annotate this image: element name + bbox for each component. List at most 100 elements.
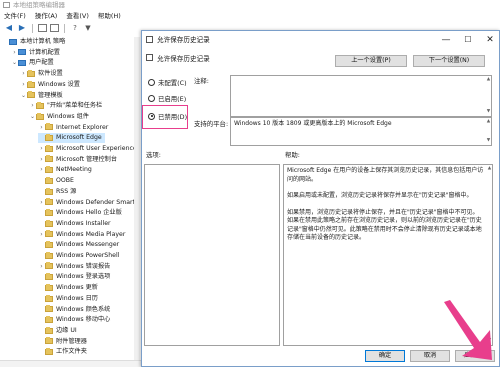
- setting-icon: [146, 54, 153, 61]
- tree-item[interactable]: Windows Installer: [38, 219, 114, 229]
- collapsed-chevron-icon[interactable]: ›: [38, 262, 45, 272]
- app-title: 本地组策略编辑器: [13, 1, 65, 9]
- expanded-chevron-icon[interactable]: ⌄: [29, 112, 36, 122]
- collapsed-chevron-icon[interactable]: ›: [38, 230, 45, 240]
- tree-item[interactable]: Windows Messenger: [38, 240, 122, 250]
- radio-not-configured[interactable]: 未配置(C): [148, 77, 187, 87]
- supported-on-label: 支持的平台:: [194, 120, 229, 128]
- collapsed-chevron-icon[interactable]: ›: [38, 198, 45, 208]
- tree-item[interactable]: › Microsoft 管理控制台: [38, 155, 120, 165]
- tree-item[interactable]: Windows 登录选项: [38, 272, 113, 282]
- folder-icon: [36, 112, 44, 120]
- menu-action[interactable]: 操作(A): [35, 10, 58, 22]
- tree-item[interactable]: Windows Hello 企业版: [38, 208, 125, 218]
- forward-arrow-icon[interactable]: ▶: [17, 23, 27, 33]
- tree-item[interactable]: Windows 颜色系统: [38, 305, 113, 315]
- folder-icon: [27, 80, 35, 88]
- tree-item[interactable]: 本地计算机 策略: [2, 37, 68, 47]
- tree-item-label: Windows Defender SmartSc: [56, 198, 140, 206]
- collapsed-chevron-icon[interactable]: ›: [38, 165, 45, 175]
- folder-icon: [45, 251, 53, 259]
- tree-item[interactable]: ⌄ 用户配置: [11, 58, 57, 68]
- tree-item[interactable]: › "开始"菜单和任务栏: [29, 101, 105, 111]
- options-pane: [144, 164, 280, 346]
- scroll-down-icon[interactable]: ▼: [486, 109, 491, 115]
- expanded-chevron-icon[interactable]: ⌄: [11, 58, 18, 68]
- folder-icon: [45, 326, 53, 334]
- menu-view[interactable]: 查看(V): [66, 10, 89, 22]
- tree-item[interactable]: OOBE: [38, 176, 77, 186]
- tree-item[interactable]: Windows 更新: [38, 283, 101, 293]
- tree-item-label: Windows Installer: [56, 219, 111, 227]
- tree-item[interactable]: Windows 日历: [38, 294, 101, 304]
- tree-scrollbar[interactable]: [134, 37, 140, 360]
- tree-item[interactable]: 边缘 UI: [38, 326, 80, 336]
- tree-item-label: 管理模板: [38, 91, 63, 99]
- close-button[interactable]: ✕: [479, 31, 500, 49]
- tree-item[interactable]: Windows 移动中心: [38, 315, 113, 325]
- scroll-up-icon[interactable]: ▲: [486, 77, 491, 83]
- tree-item[interactable]: › Internet Explorer: [38, 123, 111, 133]
- tree-item-label: 本地计算机 策略: [20, 38, 66, 45]
- folder-icon: [45, 315, 53, 323]
- scroll-up-icon[interactable]: ▲: [486, 119, 491, 125]
- help-icon[interactable]: ?: [70, 23, 80, 33]
- tree-item[interactable]: ⌄ 管理模板: [20, 91, 66, 101]
- folder-icon: [45, 230, 53, 238]
- folder-icon: [45, 176, 53, 184]
- folder-icon: [45, 294, 53, 302]
- tree-item[interactable]: ⌄ Windows 组件: [29, 112, 92, 122]
- dialog-subtitle: 允许保存历史记录: [157, 55, 210, 63]
- radio-enabled[interactable]: 已启用(E): [148, 93, 186, 103]
- radio-not-configured-circle: [148, 78, 155, 86]
- tree-item[interactable]: › Microsoft User Experience: [38, 144, 139, 154]
- menu-help[interactable]: 帮助(H): [98, 10, 121, 22]
- previous-setting-button[interactable]: 上一个设置(P): [335, 55, 407, 67]
- collapsed-chevron-icon[interactable]: ›: [38, 144, 45, 154]
- tree-item[interactable]: › Windows Media Player: [38, 230, 128, 240]
- collapsed-chevron-icon[interactable]: ›: [38, 155, 45, 165]
- back-arrow-icon[interactable]: ◀: [4, 23, 14, 33]
- scroll-up-icon[interactable]: ▲: [487, 166, 492, 172]
- tree-item[interactable]: › 软件设置: [20, 69, 66, 79]
- show-hide-tree-icon[interactable]: [50, 24, 59, 32]
- tree-item[interactable]: 工作文件夹: [38, 347, 90, 357]
- tree-item[interactable]: › Windows 错误报告: [38, 262, 113, 272]
- tree-item[interactable]: Windows PowerShell: [38, 251, 122, 261]
- tree-item-label: 软件设置: [38, 70, 63, 78]
- comment-textarea[interactable]: ▲ ▼: [230, 75, 492, 117]
- collapsed-chevron-icon[interactable]: ›: [38, 123, 45, 133]
- collapsed-chevron-icon[interactable]: ›: [20, 80, 27, 90]
- filter-icon[interactable]: ▼: [83, 23, 93, 33]
- tree-item[interactable]: › NetMeeting: [38, 165, 95, 175]
- radio-enabled-label: 已启用(E): [158, 94, 187, 103]
- tree-item[interactable]: › 计算机配置: [11, 48, 63, 58]
- minimize-button[interactable]: —: [435, 31, 457, 49]
- ok-button[interactable]: 确定: [365, 350, 405, 362]
- folder-icon: [45, 198, 53, 206]
- tree-item-label: Windows 日历: [56, 294, 98, 302]
- tree-item-label: RSS 源: [56, 187, 77, 195]
- tree-item[interactable]: RSS 源: [38, 187, 79, 197]
- tree-item[interactable]: › Windows Defender SmartSc: [38, 198, 140, 208]
- collapsed-chevron-icon[interactable]: ›: [11, 48, 18, 58]
- tree-item[interactable]: 附件管理器: [38, 337, 90, 347]
- scroll-down-icon[interactable]: ▼: [486, 138, 491, 144]
- menu-file[interactable]: 文件(F): [4, 10, 26, 22]
- computer-icon: [18, 49, 26, 56]
- radio-not-configured-label: 未配置(C): [158, 78, 187, 87]
- tree-item-label: Windows Messenger: [56, 241, 120, 249]
- tree-item-label: Windows PowerShell: [56, 252, 120, 259]
- maximize-button[interactable]: ☐: [457, 31, 479, 49]
- expanded-chevron-icon[interactable]: ⌄: [20, 91, 27, 101]
- collapsed-chevron-icon[interactable]: ›: [29, 101, 36, 111]
- menu-bar: 文件(F) 操作(A) 查看(V) 帮助(H): [0, 10, 500, 22]
- next-setting-button[interactable]: 下一个设置(N): [413, 55, 485, 67]
- radio-disabled[interactable]: 已禁用(D): [148, 111, 187, 121]
- tree-item[interactable]: › Windows 设置: [20, 80, 83, 90]
- tree-item[interactable]: Microsoft Edge: [38, 133, 105, 143]
- tree-item-label: Windows 更新: [56, 284, 98, 292]
- folder-icon: [45, 283, 53, 291]
- collapsed-chevron-icon[interactable]: ›: [20, 69, 27, 79]
- up-folder-icon[interactable]: [38, 24, 47, 32]
